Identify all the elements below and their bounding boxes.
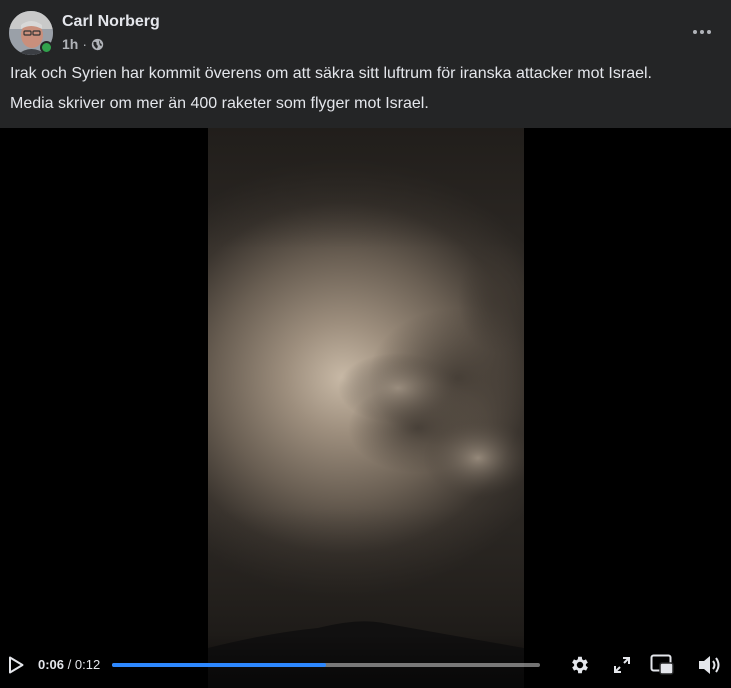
post-paragraph: Media skriver om mer än 400 raketer som … xyxy=(10,95,429,112)
video-controls: 0:06 / 0:12 xyxy=(0,634,731,688)
more-options-button[interactable] xyxy=(686,16,718,48)
post-paragraph: Irak och Syrien har kommit överens om at… xyxy=(10,65,652,82)
time-separator: / xyxy=(64,657,75,672)
progress-fill xyxy=(112,663,326,667)
post-header: Carl Norberg 1h · xyxy=(0,0,731,60)
fullscreen-button[interactable] xyxy=(610,652,634,678)
post-text: Irak och Syrien har kommit överens om at… xyxy=(10,64,720,124)
meta-separator: · xyxy=(82,36,88,52)
post-timestamp[interactable]: 1h xyxy=(62,36,78,52)
play-icon xyxy=(9,656,24,674)
picture-in-picture-icon xyxy=(650,654,674,675)
author-name[interactable]: Carl Norberg xyxy=(62,12,160,32)
facebook-post: Carl Norberg 1h · Irak och Syrien har ko… xyxy=(0,0,731,688)
online-status-dot xyxy=(40,41,53,54)
settings-button[interactable] xyxy=(566,652,594,678)
volume-icon xyxy=(699,656,720,674)
duration: 0:12 xyxy=(74,657,101,672)
globe-icon[interactable] xyxy=(91,38,104,51)
play-button[interactable] xyxy=(4,650,28,680)
progress-bar[interactable] xyxy=(112,663,540,667)
post-meta: 1h · xyxy=(62,35,104,53)
more-options-icon-dot xyxy=(707,30,711,34)
current-time: 0:06 xyxy=(38,657,65,672)
volume-button[interactable] xyxy=(696,651,724,679)
picture-in-picture-button[interactable] xyxy=(648,652,676,678)
more-options-icon-dot xyxy=(700,30,704,34)
expand-icon xyxy=(614,657,630,673)
video-time: 0:06 / 0:12 xyxy=(38,657,100,673)
more-options-icon-dot xyxy=(693,30,697,34)
gear-icon xyxy=(572,656,588,674)
video-player[interactable]: 0:06 / 0:12 xyxy=(0,128,731,688)
video-frame[interactable] xyxy=(208,128,524,688)
